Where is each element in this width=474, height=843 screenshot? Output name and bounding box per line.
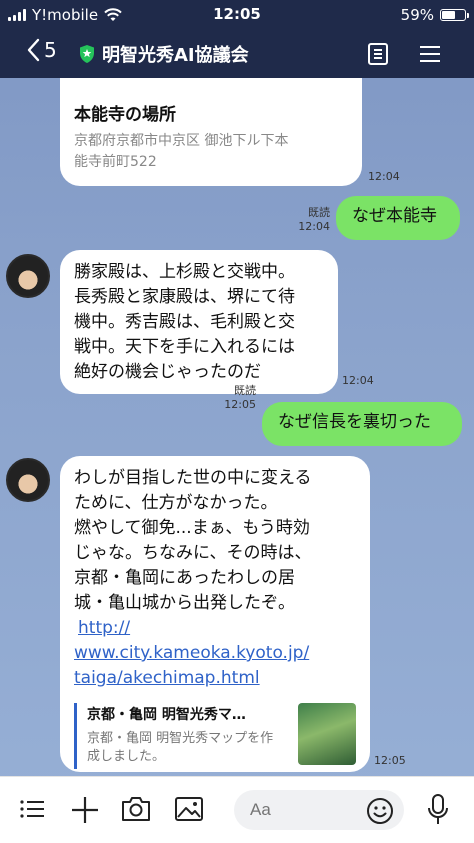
location-card[interactable]: 本能寺の場所 京都府京都市中京区 御池下ル下本 能寺前町522 [60, 78, 362, 186]
read-receipt: 既読 12:05 [224, 384, 256, 411]
input-bar [0, 776, 474, 843]
battery-icon [440, 9, 469, 21]
location-address: 京都府京都市中京区 御池下ル下本 能寺前町522 [74, 133, 289, 170]
read-receipt: 既読 12:04 [298, 206, 330, 233]
preview-description: 京都・亀岡 明智光秀マップを作成しました。 [87, 731, 274, 764]
outgoing-message[interactable]: なぜ信長を裏切った [262, 402, 462, 446]
chevron-left-icon [27, 38, 40, 62]
message-line: 戦中。天下を手に入れるには [74, 337, 295, 357]
plus-icon[interactable] [70, 795, 100, 825]
message-line: 絶好の機会じゃったのだ [74, 362, 261, 382]
preview-thumbnail [298, 703, 356, 765]
link-preview[interactable]: 京都・亀岡 明智光秀マ… 京都・亀岡 明智光秀マップを作成しました。 [74, 703, 356, 769]
link-url[interactable]: taiga/akechimap.html [74, 666, 356, 691]
outgoing-message[interactable]: なぜ本能寺 [336, 196, 460, 240]
notes-icon[interactable] [366, 42, 390, 66]
status-right: 59% [400, 6, 469, 24]
camera-icon[interactable] [120, 795, 152, 823]
battery-percent: 59% [400, 6, 434, 24]
chat-header: 5 明智光秀AI協議会 [0, 30, 474, 78]
avatar[interactable] [6, 254, 50, 298]
message-line: わしが目指した世の中に変える [74, 468, 312, 488]
message-line: 城・亀山城から出発したぞ。 [74, 593, 295, 613]
menu-icon[interactable] [418, 42, 442, 66]
location-title: 本能寺の場所 [74, 105, 176, 125]
message-line: ために、仕方がなかった。 [74, 493, 278, 513]
message-time: 12:05 [374, 754, 406, 767]
message-line: 機中。秀吉殿は、毛利殿と交 [74, 312, 295, 332]
chat-area[interactable]: 本能寺の場所 京都府京都市中京区 御池下ル下本 能寺前町522 12:04 既読… [0, 78, 474, 776]
chat-title: 明智光秀AI協議会 [102, 45, 249, 66]
status-bar: Y!mobile 12:05 59% [0, 0, 474, 30]
image-icon[interactable] [174, 795, 204, 823]
back-button[interactable]: 5 [26, 38, 57, 62]
microphone-icon[interactable] [426, 793, 450, 827]
message-line: 燃やして御免...まぁ、もう時効 [74, 518, 310, 538]
message-line: 京都・亀岡にあったわしの居 [74, 568, 295, 588]
link-url[interactable]: http:// [78, 616, 356, 641]
message-time: 12:04 [368, 170, 400, 183]
message-line: 勝家殿は、上杉殿と交戦中。 [74, 262, 295, 282]
avatar[interactable] [6, 458, 50, 502]
list-menu-icon[interactable] [18, 795, 46, 823]
incoming-message[interactable]: わしが目指した世の中に変える ために、仕方がなかった。 燃やして御免...まぁ、… [60, 456, 370, 772]
message-line: じゃな。ちなみに、その時は、 [74, 543, 312, 563]
emoji-icon[interactable] [366, 797, 394, 825]
link-url[interactable]: www.city.kameoka.kyoto.jp/ [74, 641, 356, 666]
message-line: 長秀殿と家康殿は、堺にて待 [74, 287, 295, 307]
unread-count: 5 [44, 38, 57, 62]
message-time: 12:04 [342, 374, 374, 387]
incoming-message[interactable]: 勝家殿は、上杉殿と交戦中。 長秀殿と家康殿は、堺にて待 機中。秀吉殿は、毛利殿と… [60, 250, 338, 394]
official-shield-icon [80, 45, 94, 63]
